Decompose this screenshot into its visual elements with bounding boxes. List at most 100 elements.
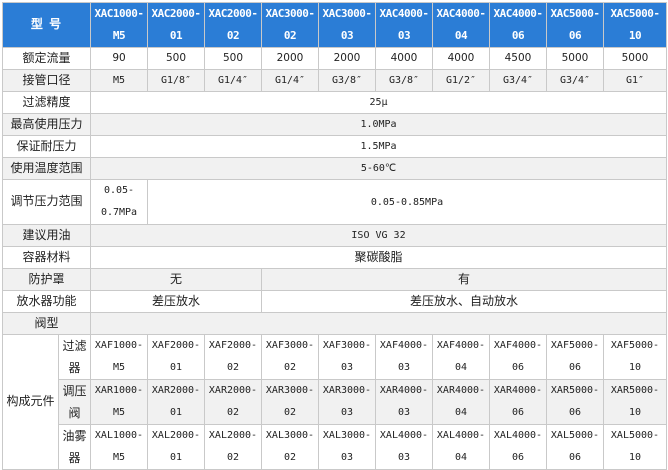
- table-cell: G3/8″: [318, 69, 376, 92]
- header-row: 型 号 XAC1000- M5 XAC2000- 01 XAC2000- 02 XAC…: [2, 2, 667, 48]
- table-cell: 1.5MPa: [90, 135, 667, 158]
- table-cell: XAF4000- 04: [432, 334, 490, 380]
- row-max-pressure: 最高使用压力 1.0MPa: [2, 113, 667, 136]
- table-cell: XAF4000- 03: [375, 334, 433, 380]
- row-label: 接管口径: [2, 69, 91, 92]
- table-cell: [90, 312, 667, 335]
- table-cell: G3/8″: [375, 69, 433, 92]
- table-cell: XAF3000- 03: [318, 334, 376, 380]
- table-cell: XAR2000- 02: [204, 379, 262, 425]
- table-cell: 2000: [261, 47, 319, 70]
- row-label: 建议用油: [2, 224, 91, 247]
- table-cell: 有: [261, 268, 667, 291]
- table-cell: G1/2″: [432, 69, 490, 92]
- row-drain: 放水器功能 差压放水 差压放水、自动放水: [2, 290, 667, 313]
- row-guard: 防护罩 无 有: [2, 268, 667, 291]
- table-cell: XAF3000- 02: [261, 334, 319, 380]
- table-cell: 4500: [489, 47, 547, 70]
- row-port-size: 接管口径 M5 G1/8″ G1/4″ G1/4″ G3/8″ G3/8″ G1…: [2, 69, 667, 92]
- table-cell: XAL4000- 06: [489, 424, 547, 470]
- table-cell: XAF2000- 02: [204, 334, 262, 380]
- table-cell: XAL4000- 03: [375, 424, 433, 470]
- table-cell: 5000: [546, 47, 604, 70]
- row-label: 额定流量: [2, 47, 91, 70]
- table-cell: XAR1000- M5: [90, 379, 148, 425]
- row-oil: 建议用油 ISO VG 32: [2, 224, 667, 247]
- table-cell: 5-60℃: [90, 157, 667, 180]
- model-header: XAC5000- 06: [546, 2, 604, 48]
- table-cell: 4000: [432, 47, 490, 70]
- row-label: 最高使用压力: [2, 113, 91, 136]
- row-valve: 阀型: [2, 312, 667, 335]
- table-cell: XAR3000- 03: [318, 379, 376, 425]
- component-label: 调压阀: [58, 379, 91, 425]
- table-cell: G3/4″: [546, 69, 604, 92]
- table-cell: XAL3000- 02: [261, 424, 319, 470]
- table-cell: G1″: [603, 69, 667, 92]
- row-label: 保证耐压力: [2, 135, 91, 158]
- model-header: XAC4000- 04: [432, 2, 490, 48]
- table-cell: 0.05-0.85MPa: [147, 179, 667, 225]
- table-cell: 90: [90, 47, 148, 70]
- row-label: 调节压力范围: [2, 179, 91, 225]
- table-cell: XAL5000- 06: [546, 424, 604, 470]
- table-cell: XAF5000- 10: [603, 334, 667, 380]
- model-header-label: 型 号: [2, 2, 91, 48]
- model-header: XAC1000- M5: [90, 2, 148, 48]
- table-cell: XAL1000- M5: [90, 424, 148, 470]
- model-header: XAC2000- 02: [204, 2, 262, 48]
- table-cell: M5: [90, 69, 148, 92]
- component-label: 过滤器: [58, 334, 91, 380]
- table-cell: XAF2000- 01: [147, 334, 205, 380]
- table-cell: XAL2000- 01: [147, 424, 205, 470]
- row-filtration: 过滤精度 25μ: [2, 91, 667, 114]
- row-label: 过滤精度: [2, 91, 91, 114]
- model-header: XAC4000- 03: [375, 2, 433, 48]
- table-cell: XAR5000- 10: [603, 379, 667, 425]
- table-cell: XAR3000- 02: [261, 379, 319, 425]
- row-label: 放水器功能: [2, 290, 91, 313]
- row-label: 防护罩: [2, 268, 91, 291]
- table-cell: G1/4″: [204, 69, 262, 92]
- row-rated-flow: 额定流量 90 500 500 2000 2000 4000 4000 4500…: [2, 47, 667, 70]
- table-cell: G1/8″: [147, 69, 205, 92]
- table-cell: 500: [147, 47, 205, 70]
- model-header: XAC3000- 02: [261, 2, 319, 48]
- table-cell: XAR5000- 06: [546, 379, 604, 425]
- table-cell: XAL4000- 04: [432, 424, 490, 470]
- row-label: 阀型: [2, 312, 91, 335]
- table-cell: G3/4″: [489, 69, 547, 92]
- table-cell: XAF5000- 06: [546, 334, 604, 380]
- table-cell: 差压放水、自动放水: [261, 290, 667, 313]
- table-cell: 1.0MPa: [90, 113, 667, 136]
- table-cell: 25μ: [90, 91, 667, 114]
- table-cell: G1/4″: [261, 69, 319, 92]
- model-header: XAC4000- 06: [489, 2, 547, 48]
- table-cell: 5000: [603, 47, 667, 70]
- table-cell: 差压放水: [90, 290, 262, 313]
- table-cell: 500: [204, 47, 262, 70]
- row-label: 容器材料: [2, 246, 91, 269]
- table-cell: 0.05- 0.7MPa: [90, 179, 148, 225]
- table-cell: XAF4000- 06: [489, 334, 547, 380]
- component-label: 油雾器: [58, 424, 91, 470]
- row-material: 容器材料 聚碳酸脂: [2, 246, 667, 269]
- row-component-regulator: 调压阀 XAR1000- M5 XAR2000- 01 XAR2000- 02 XAR…: [3, 379, 667, 425]
- table-cell: XAR4000- 06: [489, 379, 547, 425]
- table-cell: 2000: [318, 47, 376, 70]
- table-cell: XAF1000- M5: [90, 334, 148, 380]
- row-temp-range: 使用温度范围 5-60℃: [2, 157, 667, 180]
- row-component-filter: 构成元件 过滤器 XAF1000- M5 XAF2000- 01 XAF2000- 0…: [2, 334, 667, 470]
- table-cell: 4000: [375, 47, 433, 70]
- row-reg-range: 调节压力范围 0.05- 0.7MPa 0.05-0.85MPa: [2, 179, 667, 225]
- row-proof-pressure: 保证耐压力 1.5MPa: [2, 135, 667, 158]
- table-cell: 无: [90, 268, 262, 291]
- table-cell: ISO VG 32: [90, 224, 667, 247]
- table-cell: XAL3000- 03: [318, 424, 376, 470]
- table-cell: XAR4000- 03: [375, 379, 433, 425]
- table-cell: XAR4000- 04: [432, 379, 490, 425]
- table-cell: XAL2000- 02: [204, 424, 262, 470]
- table-cell: XAR2000- 01: [147, 379, 205, 425]
- row-label: 使用温度范围: [2, 157, 91, 180]
- model-header: XAC5000- 10: [603, 2, 667, 48]
